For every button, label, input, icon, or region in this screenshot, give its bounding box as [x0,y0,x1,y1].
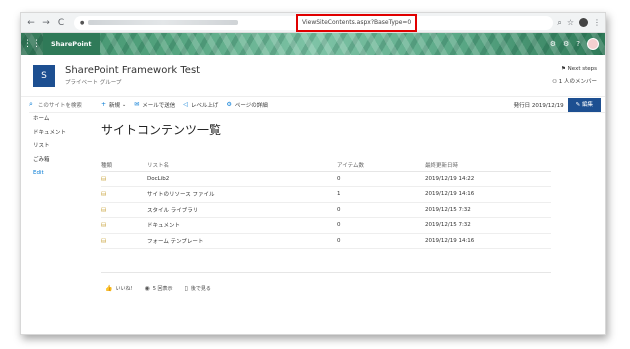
site-contents-table: 種類 リスト名 アイテム数 最終更新日時 ⛁ DocLib2 0 2019/12… [101,159,551,249]
help-icon[interactable]: ? [576,40,580,48]
command-bar: + 新規 ⌄ ✉ メールで送信 ◁ レベル上げ ⚙ ページの詳細 発行日 2019/12/… [101,97,605,113]
modified-date: 2019/12/19 14:22 [425,171,551,187]
person-icon: ⚇ [552,79,559,85]
modified-date: 2019/12/15 7:32 [425,217,551,234]
thumbs-up-icon: 👍 [105,285,113,292]
modified-date: 2019/12/19 14:16 [425,186,551,203]
table-row[interactable]: ⛁ フォーム テンプレート 0 2019/12/19 14:16 [101,233,551,249]
notification-icon[interactable]: ⚙ [550,40,556,48]
forward-button[interactable]: → [40,17,52,29]
screenshot-frame: ← → C ● ViewSiteContents.aspx?BaseType=0… [20,12,606,335]
suite-bar: ⋮⋮ SharePoint ⚙ ⚙ ? [21,33,605,55]
highlighted-url: ViewSiteContents.aspx?BaseType=0 [296,13,418,32]
library-icon: ⛁ [101,236,107,245]
social-bar: 👍 いいね! ◉ 5 回表示 ▯ 後で見る [105,285,211,292]
more-icon[interactable]: ⋮ [593,18,601,27]
site-subtitle: プライベート グループ [65,80,122,86]
blurred-url [88,20,239,25]
megaphone-icon: ◁ [183,101,188,108]
reload-button[interactable]: C [55,17,67,29]
site-header: S SharePoint Framework Test プライベート グループ … [21,55,605,97]
header-type: 種類 [101,159,147,172]
item-count: 0 [337,233,425,249]
star-icon[interactable]: ☆ [567,18,574,27]
left-navigation: ⌕ このサイトを検索 ホーム ドキュメント リスト ごみ箱 Edit [21,97,101,317]
save-for-later-button[interactable]: ▯ 後で見る [185,285,211,292]
list-name[interactable]: DocLib2 [147,171,337,187]
header-modified: 最終更新日時 [425,159,551,172]
avatar[interactable] [587,38,599,50]
views-count: ◉ 5 回表示 [144,285,173,292]
header-item-count: アイテム数 [337,159,425,172]
browser-toolbar: ← → C ● ViewSiteContents.aspx?BaseType=0… [21,13,605,33]
modified-date: 2019/12/19 14:16 [425,233,551,249]
library-icon: ⛁ [101,205,107,214]
suite-title[interactable]: SharePoint [43,33,100,55]
new-button[interactable]: + 新規 ⌄ [101,101,126,109]
list-name[interactable]: サイトのリソース ファイル [147,186,337,203]
modified-date: 2019/12/15 7:32 [425,202,551,218]
search-icon: ⌕ [29,100,33,108]
list-name[interactable]: フォーム テンプレート [147,233,337,249]
gear-icon: ⚙ [226,101,232,108]
eye-icon: ◉ [144,285,150,292]
table-header-row: 種類 リスト名 アイテム数 最終更新日時 [101,159,551,172]
zoom-icon[interactable]: ⌕ [557,18,561,28]
nav-item-lists[interactable]: リスト [29,140,101,154]
lock-icon: ● [80,19,85,26]
email-button[interactable]: ✉ メールで送信 [134,101,175,109]
flag-icon: ⚑ [560,66,568,72]
settings-icon[interactable]: ⚙ [563,40,569,48]
app-launcher-icon[interactable]: ⋮⋮ [21,33,43,55]
profile-icon[interactable] [579,18,588,27]
item-count: 1 [337,186,425,203]
table-row[interactable]: ⛁ DocLib2 0 2019/12/19 14:22 [101,171,551,187]
item-count: 0 [337,171,425,187]
item-count: 0 [337,202,425,218]
page-title: サイトコンテンツ一覧 [101,123,222,137]
item-count: 0 [337,217,425,234]
next-steps-link[interactable]: ⚑ Next steps [552,63,597,76]
main-content: + 新規 ⌄ ✉ メールで送信 ◁ レベル上げ ⚙ ページの詳細 発行日 2019/12/… [101,97,605,317]
list-name[interactable]: ドキュメント [147,217,337,234]
like-button[interactable]: 👍 いいね! [105,285,133,292]
published-date: 発行日 2019/12/19 [513,102,564,109]
address-bar[interactable]: ● ViewSiteContents.aspx?BaseType=0 [74,13,554,32]
promote-button[interactable]: ◁ レベル上げ [183,101,218,109]
mail-icon: ✉ [134,101,140,108]
library-icon: ⛁ [101,174,107,183]
nav-item-documents[interactable]: ドキュメント [29,127,101,141]
plus-icon: + [101,101,107,108]
nav-item-recycle-bin[interactable]: ごみ箱 [29,154,101,168]
site-search-input[interactable]: ⌕ このサイトを検索 [29,97,101,113]
bookmark-icon: ▯ [184,285,188,292]
list-name[interactable]: スタイル ライブラリ [147,202,337,218]
divider [101,272,551,273]
table-row[interactable]: ⛁ ドキュメント 0 2019/12/15 7:32 [101,217,551,234]
nav-edit-link[interactable]: Edit [29,167,101,181]
table-row[interactable]: ⛁ スタイル ライブラリ 0 2019/12/15 7:32 [101,202,551,218]
page-details-button[interactable]: ⚙ ページの詳細 [226,101,267,109]
library-icon: ⛁ [101,221,107,230]
nav-item-home[interactable]: ホーム [29,113,101,127]
site-title[interactable]: SharePoint Framework Test [65,65,200,76]
library-icon: ⛁ [101,190,107,199]
header-list-name: リスト名 [147,159,337,172]
table-row[interactable]: ⛁ サイトのリソース ファイル 1 2019/12/19 14:16 [101,186,551,203]
members-link[interactable]: ⚇ 1 人のメンバー [552,76,597,89]
back-button[interactable]: ← [25,17,37,29]
chevron-down-icon: ⌄ [122,101,127,108]
site-logo[interactable]: S [33,64,55,87]
edit-button[interactable]: ✎ 編集 [567,97,601,112]
